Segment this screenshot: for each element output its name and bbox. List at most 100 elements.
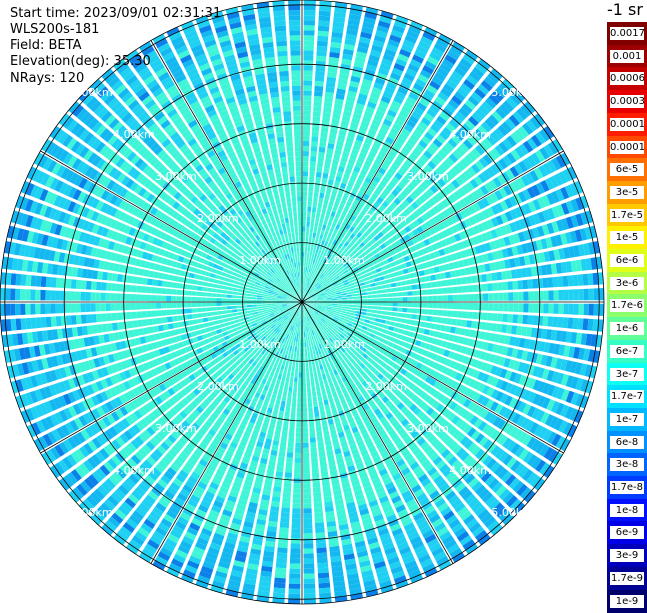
data-cell xyxy=(413,297,418,302)
data-cell xyxy=(368,324,374,328)
data-cell xyxy=(388,298,393,302)
data-cell xyxy=(318,21,330,27)
data-cell xyxy=(293,503,301,508)
data-cell xyxy=(317,431,323,437)
data-cell xyxy=(302,347,304,352)
data-cell xyxy=(372,299,377,302)
data-cell xyxy=(326,373,331,379)
data-cell xyxy=(387,288,392,292)
data-cell xyxy=(276,466,283,472)
data-cell xyxy=(445,272,451,279)
data-cell xyxy=(307,212,311,217)
data-cell xyxy=(293,387,297,392)
data-cell xyxy=(311,136,318,142)
data-cell xyxy=(273,486,281,492)
data-cell xyxy=(447,311,452,317)
data-cell xyxy=(323,395,328,401)
data-cell xyxy=(303,201,307,206)
data-cell xyxy=(280,517,289,523)
data-cell xyxy=(303,503,311,508)
data-cell xyxy=(370,317,376,321)
data-cell xyxy=(309,232,312,237)
data-cell xyxy=(307,257,309,262)
data-cell xyxy=(411,279,417,284)
data-cell xyxy=(471,321,477,329)
data-cell xyxy=(368,275,374,279)
data-cell xyxy=(326,189,332,195)
data-cell xyxy=(303,186,308,191)
data-cell xyxy=(322,173,328,179)
data-cell xyxy=(303,393,307,398)
data-cell xyxy=(323,220,328,226)
data-cell xyxy=(302,367,305,372)
data-cell xyxy=(311,217,315,222)
data-cell xyxy=(523,303,528,312)
data-cell xyxy=(323,204,328,210)
data-cell xyxy=(324,399,329,405)
data-cell xyxy=(316,386,320,392)
data-cell xyxy=(352,297,357,300)
data-cell xyxy=(321,369,325,375)
data-cell xyxy=(285,412,290,418)
data-cell xyxy=(275,568,286,574)
data-cell xyxy=(553,290,558,300)
data-cell xyxy=(308,197,313,202)
data-cell xyxy=(342,295,347,297)
data-cell xyxy=(283,421,289,427)
data-cell xyxy=(337,300,342,302)
data-cell xyxy=(403,297,408,301)
data-cell xyxy=(318,198,323,204)
data-cell xyxy=(294,382,298,387)
data-cell xyxy=(327,304,332,306)
data-cell xyxy=(317,391,322,397)
data-cell xyxy=(574,289,579,300)
data-cell xyxy=(522,315,528,324)
data-cell xyxy=(432,310,438,316)
data-cell xyxy=(332,297,337,299)
data-cell xyxy=(553,304,558,314)
data-cell xyxy=(304,342,306,347)
data-cell xyxy=(337,302,342,304)
data-cell xyxy=(391,317,397,322)
data-cell xyxy=(300,332,301,337)
data-cell xyxy=(286,462,293,468)
data-cell xyxy=(547,277,553,287)
data-cell xyxy=(315,76,324,82)
data-cell xyxy=(347,297,352,299)
data-cell xyxy=(303,91,312,96)
data-cell xyxy=(316,51,326,57)
data-cell xyxy=(318,446,325,452)
data-cell xyxy=(303,196,307,201)
data-cell xyxy=(306,237,309,242)
data-cell xyxy=(285,407,290,413)
data-cell xyxy=(314,223,318,229)
data-cell xyxy=(311,382,315,387)
data-cell xyxy=(584,304,589,316)
data-cell xyxy=(377,298,382,301)
data-cell xyxy=(288,387,292,392)
data-cell xyxy=(315,360,319,366)
data-cell xyxy=(278,537,288,543)
data-cell xyxy=(303,166,309,171)
data-cell xyxy=(309,422,314,427)
data-cell xyxy=(381,285,387,289)
data-cell xyxy=(302,342,304,347)
data-cell xyxy=(323,107,331,113)
data-cell xyxy=(446,318,452,325)
data-cell xyxy=(279,369,283,375)
data-cell xyxy=(487,313,493,321)
data-cell xyxy=(507,314,513,323)
data-cell xyxy=(295,453,301,458)
data-cell xyxy=(392,307,397,311)
data-cell xyxy=(319,218,323,224)
data-cell xyxy=(387,312,392,316)
data-cell xyxy=(452,311,458,318)
data-cell xyxy=(594,304,599,316)
data-cell xyxy=(412,285,418,290)
data-cell xyxy=(275,399,280,405)
data-cell xyxy=(295,342,297,347)
data-cell xyxy=(401,281,407,286)
data-cell xyxy=(318,441,324,447)
data-cell xyxy=(361,289,366,292)
data-cell xyxy=(288,351,291,356)
